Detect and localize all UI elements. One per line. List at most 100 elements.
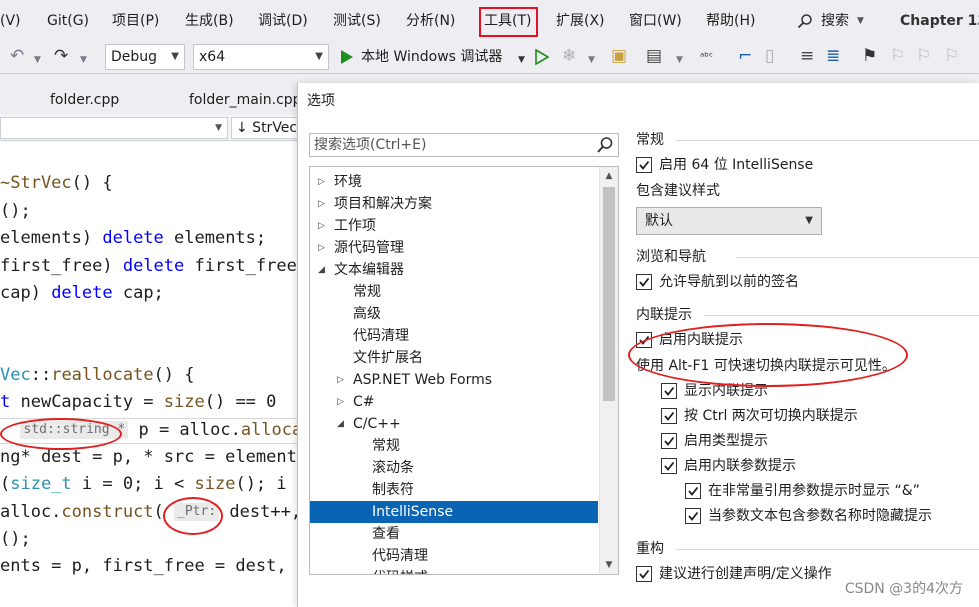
menu-git[interactable]: Git(G) [47, 11, 89, 31]
tree-item-cpp-general[interactable]: 常规 [310, 435, 598, 457]
chevron-right-icon: ▷ [337, 397, 344, 407]
checkbox-checked-icon [685, 483, 701, 499]
chevron-right-icon: ▷ [318, 177, 325, 187]
clear-bookmarks-icon[interactable]: ⚐ [944, 46, 959, 66]
tree-item-cpp-tabs[interactable]: 制表符 [310, 479, 598, 501]
checkbox-checked-icon [661, 383, 677, 399]
suggestion-style-label: 包含建议样式 [636, 183, 720, 199]
options-search-input[interactable] [310, 134, 590, 156]
redo-dropdown-icon[interactable]: ▼ [80, 50, 87, 70]
play-icon[interactable] [340, 49, 354, 65]
platform-select[interactable]: x64 ▼ [193, 44, 329, 70]
menu-project[interactable]: 项目(P) [112, 11, 159, 31]
tree-item-general[interactable]: 常规 [310, 281, 598, 303]
chevron-down-icon[interactable]: ▼ [588, 50, 595, 70]
code-line: cap) delete cap; [0, 283, 164, 303]
tree-item-intellisense[interactable]: IntelliSense [310, 501, 598, 523]
tree-item-cpp-code-cleanup[interactable]: 代码清理 [310, 545, 598, 567]
code-line: first_free) delete first_free; [0, 256, 300, 276]
tree-item-work-items[interactable]: ▷ 工作项 [310, 215, 598, 237]
code-line: alloc.construct( _Ptr: dest++, [0, 502, 300, 522]
code-editor[interactable]: ~StrVec() { (); elements) delete element… [0, 141, 300, 607]
scope-select[interactable]: ▼ [0, 117, 228, 139]
chevron-right-icon: ▷ [318, 199, 325, 209]
solution-name: Chapter 13 [900, 13, 979, 29]
configuration-select[interactable]: Debug ▼ [105, 44, 185, 70]
menu-view[interactable]: (V) [0, 11, 21, 31]
checkbox-checked-icon [661, 408, 677, 424]
chevron-right-icon: ▷ [337, 375, 344, 385]
tree-item-cpp-code-style[interactable]: ▷代码样式 [310, 567, 598, 574]
tree-item-aspnet[interactable]: ▷ ASP.NET Web Forms [310, 369, 598, 391]
tree-item-file-extensions[interactable]: 文件扩展名 [310, 347, 598, 369]
start-without-debug-icon[interactable] [535, 49, 549, 65]
undo-icon[interactable]: ↶ [10, 46, 24, 66]
chevron-down-icon: ▼ [215, 123, 222, 133]
tree-item-text-editor[interactable]: ◢ 文本编辑器 [310, 259, 598, 281]
step-icon[interactable]: ⌐ [738, 46, 752, 66]
tree-item-advanced[interactable]: 高级 [310, 303, 598, 325]
bookmark-icon[interactable]: ⚑ [862, 46, 877, 66]
editor-tab-bar: folder.cpp folder_main.cpp [0, 85, 302, 115]
menu-window[interactable]: 窗口(W) [629, 11, 682, 31]
tree-item-environment[interactable]: ▷ 环境 [310, 171, 598, 193]
chevron-expanded-icon: ◢ [337, 419, 344, 429]
window-layout-icon[interactable]: ▤ [646, 46, 662, 66]
tree-item-cpp-scrollbars[interactable]: 滚动条 [310, 457, 598, 479]
annotation-ellipse [0, 418, 122, 450]
section-divider [676, 140, 979, 141]
tree-item-projects[interactable]: ▷ 项目和解决方案 [310, 193, 598, 215]
hot-reload-icon[interactable]: ❄ [562, 46, 576, 66]
code-line: ~StrVec() { [0, 173, 113, 193]
chevron-right-icon: ▷ [356, 567, 366, 574]
uncomment-icon[interactable]: ≣ [826, 46, 840, 66]
code-line: (); [0, 201, 31, 221]
tree-item-source-control[interactable]: ▷ 源代码管理 [310, 237, 598, 259]
comment-icon[interactable]: ≡ [800, 46, 814, 66]
chevron-expanded-icon: ◢ [318, 265, 325, 275]
dialog-title: 选项 [307, 93, 335, 109]
menu-help[interactable]: 帮助(H) [706, 11, 755, 31]
section-general: 常规 [636, 132, 664, 148]
folder-icon[interactable]: ▣ [611, 46, 627, 66]
platform-value: x64 [199, 49, 226, 65]
chevron-right-icon: ▷ [318, 221, 325, 231]
tree-scrollbar[interactable]: ▲ ▼ [599, 167, 618, 574]
menu-debug[interactable]: 调试(D) [258, 11, 308, 31]
menu-extensions[interactable]: 扩展(X) [556, 11, 605, 31]
tree-item-cpp-view[interactable]: 查看 [310, 523, 598, 545]
run-debugger-button[interactable]: 本地 Windows 调试器 [361, 47, 502, 67]
redo-icon[interactable]: ↷ [54, 46, 68, 66]
chevron-right-icon: ▷ [318, 243, 325, 253]
search-icon[interactable] [596, 135, 614, 155]
code-line: elements) delete elements; [0, 228, 267, 248]
tree-item-csharp[interactable]: ▷ C# [310, 391, 598, 413]
section-inline-hints: 内联提示 [636, 307, 692, 323]
menu-analyze[interactable]: 分析(N) [406, 11, 455, 31]
menu-build[interactable]: 生成(B) [185, 11, 234, 31]
chevron-down-icon: ▼ [857, 16, 864, 26]
tab-folder-main-cpp[interactable]: folder_main.cpp [189, 90, 302, 110]
spell-check-icon[interactable]: ᵃᵇᶜ [700, 47, 713, 67]
menu-search-label: 搜索 [821, 13, 849, 29]
tree-item-cpp[interactable]: ◢ C/C++ [310, 413, 598, 435]
scroll-up-icon[interactable]: ▲ [600, 167, 618, 185]
checkbox-checked-icon [636, 157, 652, 173]
menu-test[interactable]: 测试(S) [333, 11, 381, 31]
checkbox-checked-icon [661, 458, 677, 474]
scroll-down-icon[interactable]: ▼ [600, 556, 618, 574]
suggestion-style-value: 默认 [645, 213, 673, 229]
suggestion-style-select[interactable]: 默认 ▼ [636, 207, 822, 235]
tab-folder-cpp[interactable]: folder.cpp [50, 90, 119, 110]
configuration-value: Debug [111, 49, 158, 65]
undo-dropdown-icon[interactable]: ▼ [34, 50, 41, 70]
chevron-down-icon[interactable]: ▼ [676, 50, 683, 70]
format-icon[interactable]: ▯ [765, 46, 774, 66]
options-tree: ▷ 环境 ▷ 项目和解决方案 ▷ 工作项 ▷ 源代码管理 ◢ 文本编辑器 常规 高级 代码… [309, 166, 619, 575]
code-line: ents = p, first_free = dest, [0, 556, 287, 576]
tree-item-code-cleanup[interactable]: 代码清理 [310, 325, 598, 347]
chevron-down-icon[interactable]: ▼ [518, 50, 525, 70]
scroll-thumb[interactable] [603, 187, 615, 401]
next-bookmark-icon[interactable]: ⚐ [916, 46, 931, 66]
prev-bookmark-icon[interactable]: ⚐ [890, 46, 905, 66]
